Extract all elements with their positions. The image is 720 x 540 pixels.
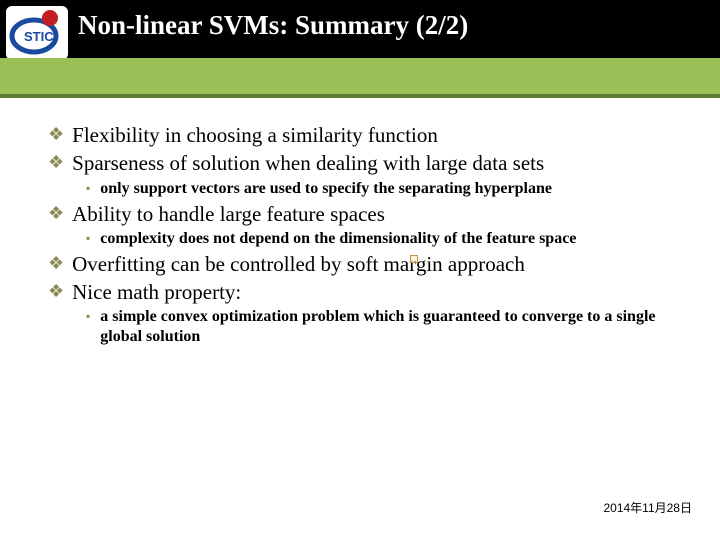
- bullet-text: Overfitting can be controlled by soft ma…: [72, 251, 525, 277]
- logo: STIC: [6, 6, 68, 60]
- bullet-text: Flexibility in choosing a similarity fun…: [72, 122, 438, 148]
- header-bar: STIC Non-linear SVMs: Summary (2/2): [0, 0, 720, 58]
- diamond-icon: ❖: [48, 279, 64, 303]
- diamond-icon: ❖: [48, 122, 64, 146]
- bullet-item: ❖ Nice math property:: [48, 279, 680, 305]
- square-icon: ▪: [86, 179, 90, 198]
- sub-bullet-text: a simple convex optimization problem whi…: [100, 307, 680, 347]
- footer-date: 2014年11月28日: [603, 499, 692, 516]
- bullet-text: Sparseness of solution when dealing with…: [72, 150, 544, 176]
- sub-bullet-text: complexity does not depend on the dimens…: [100, 229, 576, 249]
- comment-marker-icon: [410, 255, 418, 263]
- sub-bullet-item: ▪ only support vectors are used to speci…: [86, 179, 680, 199]
- bullet-item: ❖ Sparseness of solution when dealing wi…: [48, 150, 680, 176]
- bullet-item: ❖ Overfitting can be controlled by soft …: [48, 251, 680, 277]
- bullet-text: Ability to handle large feature spaces: [72, 201, 385, 227]
- bullet-item: ❖ Flexibility in choosing a similarity f…: [48, 122, 680, 148]
- diamond-icon: ❖: [48, 201, 64, 225]
- content-area: ❖ Flexibility in choosing a similarity f…: [48, 122, 680, 349]
- bullet-item: ❖ Ability to handle large feature spaces: [48, 201, 680, 227]
- sub-bullet-text: only support vectors are used to specify…: [100, 179, 552, 199]
- page-title: Non-linear SVMs: Summary (2/2): [78, 10, 468, 41]
- header-stripe: [0, 58, 720, 94]
- logo-icon: STIC: [6, 6, 68, 60]
- sub-bullet-item: ▪ a simple convex optimization problem w…: [86, 307, 680, 347]
- square-icon: ▪: [86, 229, 90, 248]
- square-icon: ▪: [86, 307, 90, 326]
- diamond-icon: ❖: [48, 251, 64, 275]
- header-stripe-shadow: [0, 94, 720, 98]
- sub-bullet-item: ▪ complexity does not depend on the dime…: [86, 229, 680, 249]
- bullet-text: Nice math property:: [72, 279, 241, 305]
- svg-text:STIC: STIC: [24, 29, 54, 44]
- diamond-icon: ❖: [48, 150, 64, 174]
